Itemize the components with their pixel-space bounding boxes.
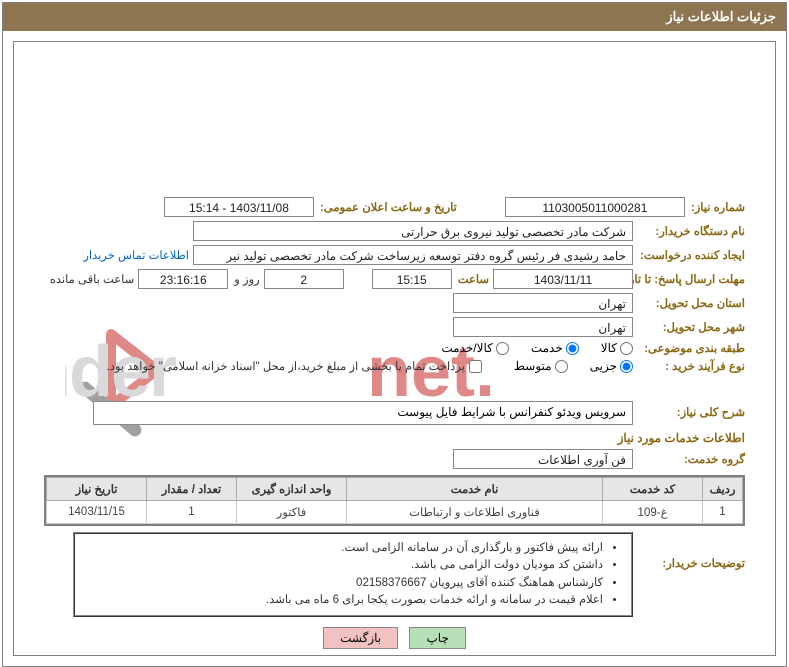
table-row: 1 غ-109 فناوری اطلاعات و ارتباطات فاکتور… (47, 501, 743, 524)
city-value: تهران (453, 317, 633, 337)
announce-value: 1403/11/08 - 15:14 (164, 197, 314, 217)
deadline-date: 1403/11/11 (493, 269, 633, 289)
radio-khedmat[interactable] (566, 342, 579, 355)
svc-group-value: فن آوری اطلاعات (453, 449, 633, 469)
buy-type-label: نوع فرآیند خرید : (637, 359, 745, 373)
deadline-days-label: روز و (232, 272, 259, 286)
print-button[interactable]: چاپ (409, 627, 465, 649)
note-item: اعلام قیمت در سامانه و ارائه خدمات بصورت… (85, 592, 603, 609)
th-row: ردیف (703, 478, 743, 501)
radio-both-label: کالا/خدمت (441, 341, 492, 355)
province-value: تهران (453, 293, 633, 313)
svc-info-heading: اطلاعات خدمات مورد نیاز (44, 431, 745, 445)
province-label: استان محل تحویل: (637, 296, 745, 310)
svc-group-label: گروه خدمت: (637, 452, 745, 466)
radio-medium[interactable] (555, 360, 568, 373)
contact-link[interactable]: اطلاعات تماس خریدار (83, 248, 189, 262)
radio-kala-label: کالا (601, 341, 617, 355)
th-name: نام خدمت (347, 478, 603, 501)
creator-label: ایجاد کننده درخواست: (637, 248, 745, 262)
radio-kala[interactable] (620, 342, 633, 355)
buyer-notes-box: ارائه پیش فاکتور و بارگذاری آن در سامانه… (73, 532, 633, 617)
announce-label: تاریخ و ساعت اعلان عمومی: (318, 200, 457, 214)
deadline-remain-label: ساعت باقی مانده (48, 272, 134, 286)
service-table: ردیف کد خدمت نام خدمت واحد اندازه گیری ت… (44, 475, 745, 526)
radio-medium-label: متوسط (514, 359, 552, 373)
radio-both[interactable] (496, 342, 509, 355)
deadline-days: 2 (264, 269, 344, 289)
overall-value: سرویس ویدئو کنفرانس با شرایط فایل پیوست (93, 401, 633, 425)
overall-label: شرح کلی نیاز: (637, 401, 745, 419)
treasury-checkbox[interactable] (469, 360, 482, 373)
td-name: فناوری اطلاعات و ارتباطات (347, 501, 603, 524)
radio-partial-label: جزیی (590, 359, 617, 373)
deadline-remain: 23:16:16 (138, 269, 228, 289)
need-number-label: شماره نیاز: (689, 200, 745, 214)
th-code: کد خدمت (603, 478, 703, 501)
creator-value: حامد رشیدی فر رئیس گروه دفتر توسعه زیرسا… (193, 245, 633, 265)
note-item: کارشناس هماهنگ کننده آقای پیرویان 021583… (85, 575, 603, 592)
subject-group-label: طبقه بندی موضوعی: (637, 341, 745, 355)
td-row: 1 (703, 501, 743, 524)
th-date: تاریخ نیاز (47, 478, 147, 501)
radio-partial[interactable] (620, 360, 633, 373)
th-qty: تعداد / مقدار (147, 478, 237, 501)
city-label: شهر محل تحویل: (637, 320, 745, 334)
td-unit: فاکتور (237, 501, 347, 524)
td-qty: 1 (147, 501, 237, 524)
treasury-note: پرداخت تمام یا بخشی از مبلغ خرید،از محل … (107, 359, 465, 373)
th-unit: واحد اندازه گیری (237, 478, 347, 501)
back-button[interactable]: بازگشت (323, 627, 398, 649)
td-code: غ-109 (603, 501, 703, 524)
page-title: جزئیات اطلاعات نیاز (3, 3, 786, 31)
deadline-time: 15:15 (372, 269, 452, 289)
deadline-label: مهلت ارسال پاسخ: تا تاریخ: (637, 272, 745, 286)
note-item: ارائه پیش فاکتور و بارگذاری آن در سامانه… (85, 540, 603, 557)
buyer-label: نام دستگاه خریدار: (637, 224, 745, 238)
td-date: 1403/11/15 (47, 501, 147, 524)
buyer-notes-label: توضیحات خریدار: (637, 532, 745, 570)
need-number-value: 1103005011000281 (505, 197, 685, 217)
deadline-time-label: ساعت (456, 272, 489, 286)
buyer-value: شرکت مادر تخصصی تولید نیروی برق حرارتی (193, 221, 633, 241)
radio-khedmat-label: خدمت (531, 341, 563, 355)
